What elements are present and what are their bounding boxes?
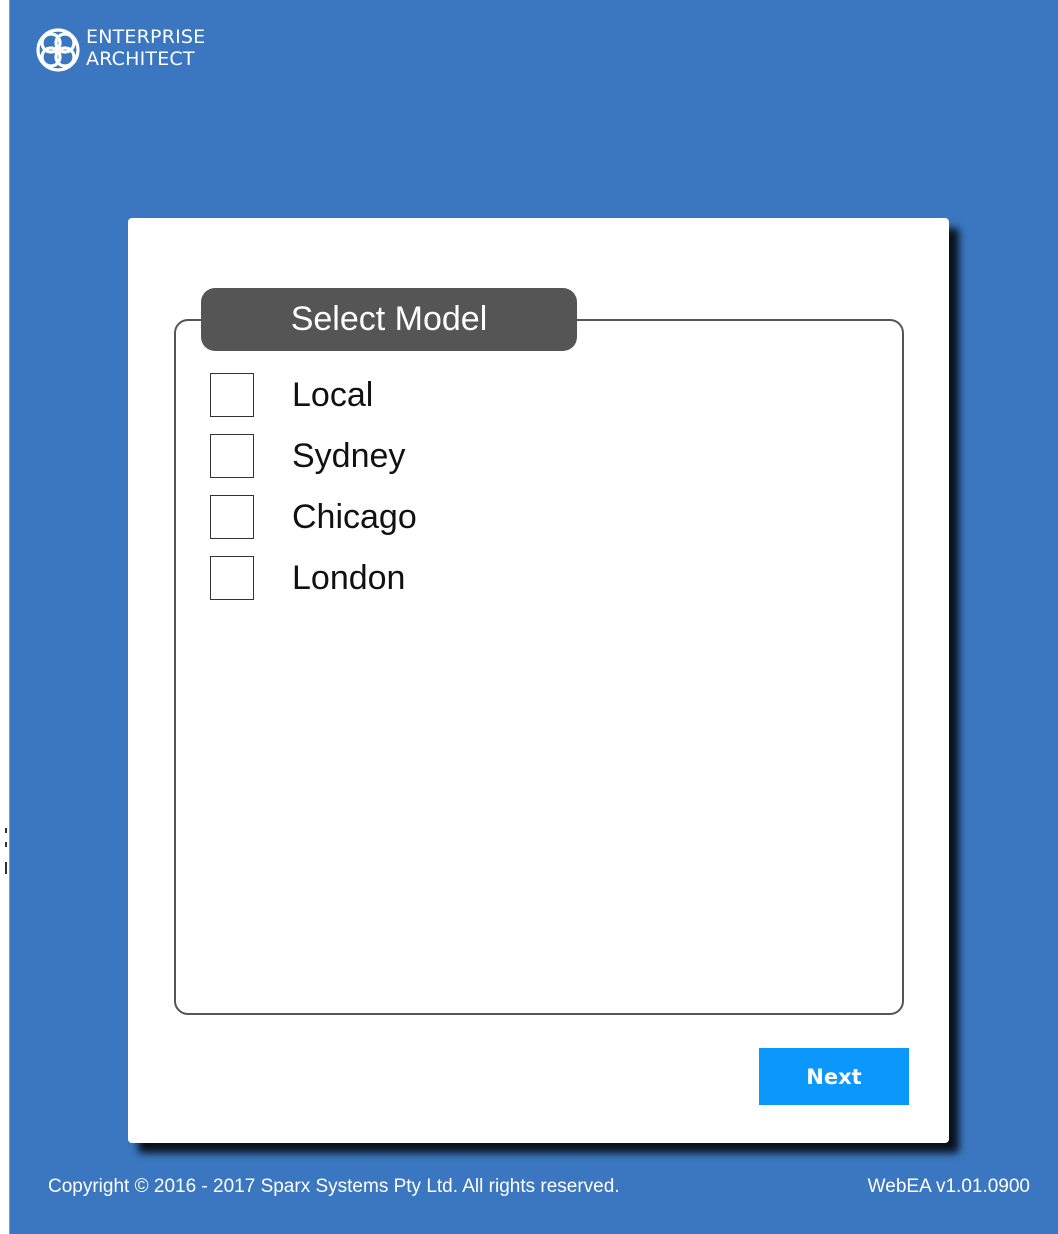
- edge-mark: [5, 842, 7, 847]
- brand-logo: ENTERPRISE ARCHITECT: [34, 26, 205, 74]
- select-model-legend: Select Model: [201, 288, 577, 351]
- brand-name: ENTERPRISE ARCHITECT: [86, 26, 205, 70]
- next-button[interactable]: Next: [759, 1048, 909, 1105]
- model-option-local[interactable]: Local: [210, 373, 417, 434]
- model-checkbox-london[interactable]: [210, 556, 254, 600]
- model-label-london[interactable]: London: [292, 556, 405, 600]
- footer-version: WebEA v1.01.0900: [867, 1176, 1030, 1197]
- model-checkbox-local[interactable]: [210, 373, 254, 417]
- edge-mark: [5, 828, 7, 833]
- footer-copyright: Copyright © 2016 - 2017 Sparx Systems Pt…: [48, 1176, 620, 1197]
- brand-line-2: ARCHITECT: [86, 48, 195, 70]
- model-option-london[interactable]: London: [210, 556, 417, 617]
- window-edge: [0, 0, 10, 1234]
- model-option-chicago[interactable]: Chicago: [210, 495, 417, 556]
- model-label-chicago[interactable]: Chicago: [292, 495, 417, 539]
- model-list: Local Sydney Chicago London: [210, 373, 417, 617]
- model-checkbox-sydney[interactable]: [210, 434, 254, 478]
- model-label-local[interactable]: Local: [292, 373, 373, 417]
- select-model-card: Select Model Local Sydney Chicago London…: [128, 218, 949, 1143]
- enterprise-architect-logo-icon: [36, 28, 80, 72]
- model-option-sydney[interactable]: Sydney: [210, 434, 417, 495]
- model-label-sydney[interactable]: Sydney: [292, 434, 405, 478]
- model-checkbox-chicago[interactable]: [210, 495, 254, 539]
- brand-line-1: ENTERPRISE: [86, 26, 206, 48]
- edge-mark: [5, 862, 7, 874]
